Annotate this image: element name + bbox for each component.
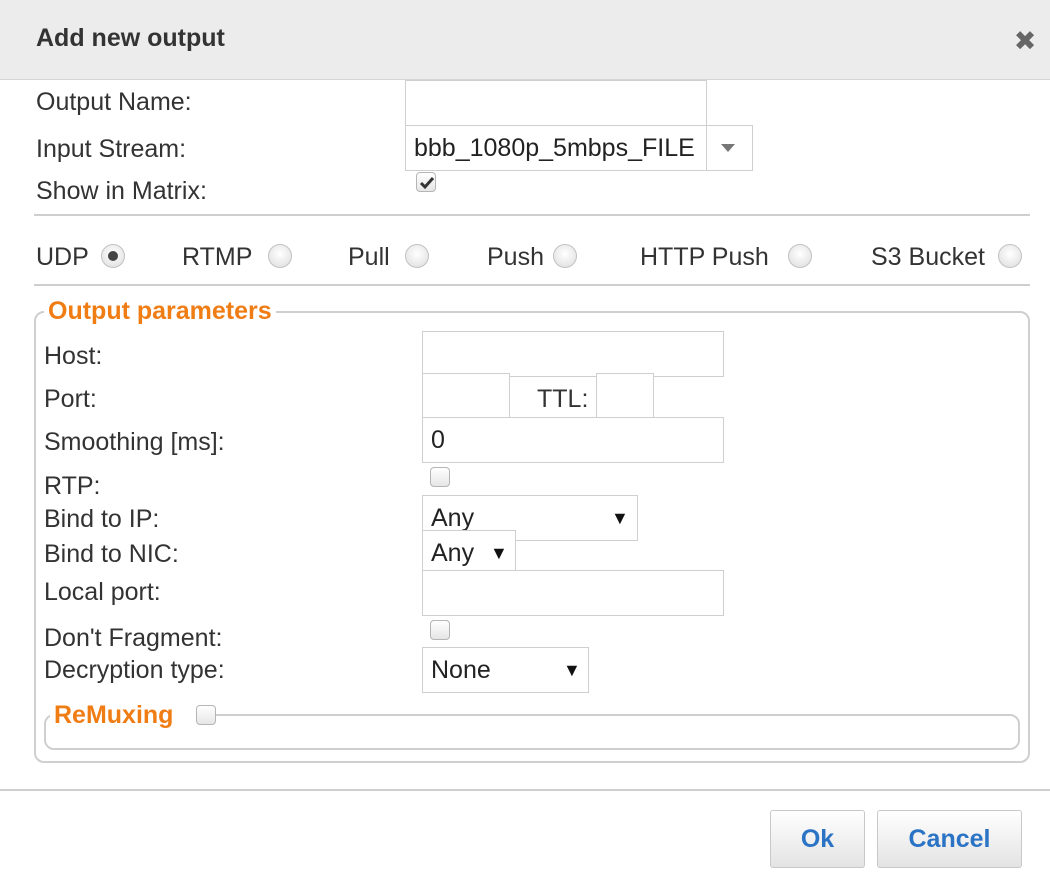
input-stream-label: Input Stream: (36, 135, 187, 163)
ttl-label: TTL: (537, 385, 589, 413)
divider-middle (34, 284, 1030, 286)
dropdown-arrow-icon: ▼ (611, 508, 629, 528)
bind-nic-value: Any (431, 539, 475, 567)
decryption-label: Decryption type: (44, 656, 225, 684)
bind-ip-label: Bind to IP: (44, 505, 160, 533)
checkmark-icon (419, 177, 435, 190)
smoothing-input[interactable] (422, 417, 724, 463)
chevron-down-icon[interactable] (706, 126, 752, 170)
bind-nic-label: Bind to NIC: (44, 540, 179, 568)
decryption-value: None (431, 656, 491, 684)
output-name-input[interactable] (405, 80, 707, 126)
cancel-button[interactable]: Cancel (877, 810, 1022, 868)
host-label: Host: (44, 342, 103, 370)
decryption-select[interactable]: None ▼ (422, 647, 589, 693)
show-in-matrix-label: Show in Matrix: (36, 177, 207, 205)
rtp-label: RTP: (44, 472, 101, 500)
dont-fragment-label: Don't Fragment: (44, 624, 223, 652)
ok-button[interactable]: Ok (770, 810, 865, 868)
dropdown-arrow-icon: ▼ (490, 543, 508, 563)
remuxing-legend: ReMuxing (50, 701, 210, 730)
smoothing-label: Smoothing [ms]: (44, 428, 225, 456)
ttl-input[interactable] (596, 373, 654, 419)
radio-rtmp-label: RTMP (182, 243, 253, 271)
dialog-title: Add new output (36, 24, 225, 52)
input-stream-select[interactable]: bbb_1080p_5mbps_FILE (405, 125, 753, 171)
radio-s3-bucket-label: S3 Bucket (871, 243, 985, 271)
radio-udp[interactable] (101, 244, 125, 268)
input-stream-value: bbb_1080p_5mbps_FILE (414, 134, 695, 162)
radio-http-push-label: HTTP Push (640, 243, 769, 271)
radio-pull[interactable] (405, 244, 429, 268)
local-port-input[interactable] (422, 570, 724, 616)
show-in-matrix-checkbox[interactable] (416, 172, 436, 192)
dont-fragment-checkbox[interactable] (430, 620, 450, 640)
radio-pull-label: Pull (348, 243, 390, 271)
local-port-label: Local port: (44, 578, 161, 606)
radio-push[interactable] (553, 244, 577, 268)
output-name-label: Output Name: (36, 88, 192, 116)
radio-rtmp[interactable] (268, 244, 292, 268)
radio-udp-label: UDP (36, 243, 89, 271)
port-input[interactable] (422, 373, 510, 419)
divider-top (34, 214, 1030, 216)
radio-push-label: Push (487, 243, 544, 271)
dropdown-arrow-icon: ▼ (563, 660, 581, 680)
close-icon[interactable]: ✖ (1008, 24, 1042, 58)
radio-s3-bucket[interactable] (998, 244, 1022, 268)
host-input[interactable] (422, 331, 724, 377)
rtp-checkbox[interactable] (430, 467, 450, 487)
dialog-titlebar: Add new output ✖ (0, 0, 1050, 80)
port-label: Port: (44, 385, 97, 413)
radio-selected-dot (108, 251, 118, 261)
divider-footer (0, 789, 1050, 791)
remuxing-checkbox[interactable] (196, 705, 216, 725)
output-parameters-legend: Output parameters (44, 297, 276, 326)
radio-http-push[interactable] (788, 244, 812, 268)
